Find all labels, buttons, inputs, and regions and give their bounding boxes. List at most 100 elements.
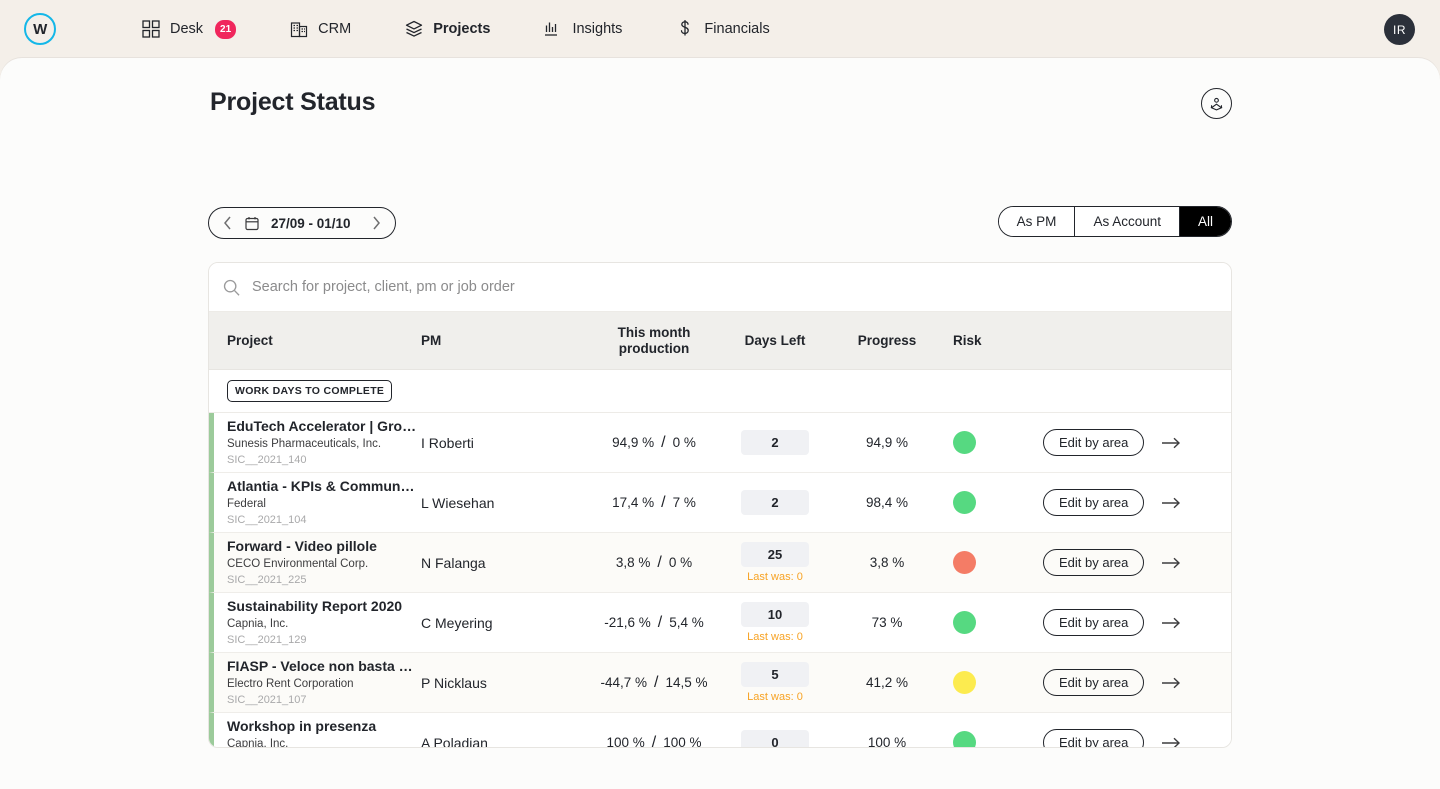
edit-by-area-button[interactable]: Edit by area (1043, 429, 1144, 456)
export-contacts-button[interactable] (1201, 88, 1232, 119)
contact-card-icon (1208, 95, 1225, 112)
calendar-icon (245, 216, 259, 231)
arrow-right-icon[interactable] (1161, 436, 1181, 450)
project-cell: Sustainability Report 2020Capnia, Inc.SI… (214, 598, 421, 648)
nav-item-crm[interactable]: CRM (272, 0, 369, 58)
risk-status-dot (953, 551, 976, 574)
segment-label: As Account (1093, 214, 1161, 229)
production-separator: / (654, 674, 658, 692)
production-actual: 3,8 % (616, 555, 651, 570)
column-header-progress[interactable]: Progress (831, 333, 943, 348)
page-panel: Project Status 27/09 - 01/10 As PMAs Acc… (0, 58, 1440, 789)
nav-item-projects[interactable]: Projects (387, 0, 508, 58)
segment-as-account[interactable]: As Account (1075, 207, 1180, 236)
row-actions: Edit by area (1043, 429, 1219, 456)
production-separator: / (657, 554, 661, 572)
column-header-production[interactable]: This month production (589, 325, 719, 356)
search-input[interactable] (252, 279, 1152, 295)
risk-status-dot (953, 491, 976, 514)
production-actual: -21,6 % (604, 615, 651, 630)
edit-by-area-button[interactable]: Edit by area (1043, 489, 1144, 516)
project-name: FIASP - Veloce non basta … (227, 658, 419, 676)
column-header-days-left[interactable]: Days Left (719, 333, 831, 348)
edit-by-area-button[interactable]: Edit by area (1043, 669, 1144, 696)
row-actions: Edit by area (1043, 489, 1219, 516)
project-client: Capnia, Inc. (227, 737, 421, 748)
nav-item-financials[interactable]: Financials (658, 0, 787, 58)
column-header-pm[interactable]: PM (421, 333, 589, 348)
production-target: 7 % (673, 495, 696, 510)
production-cell: -21,6 %/5,4 % (589, 614, 719, 632)
production-cell: 3,8 %/0 % (589, 554, 719, 572)
table-row[interactable]: Atlantia - KPIs & Commun…FederalSIC__202… (209, 473, 1231, 533)
edit-by-area-button[interactable]: Edit by area (1043, 729, 1144, 748)
segment-label: As PM (1017, 214, 1057, 229)
risk-cell (943, 671, 1043, 694)
risk-status-dot (953, 671, 976, 694)
production-separator: / (658, 614, 662, 632)
edit-by-area-button[interactable]: Edit by area (1043, 549, 1144, 576)
days-left-last-was: Last was: 0 (747, 571, 803, 583)
table-row[interactable]: Workshop in presenzaCapnia, Inc.SIC__202… (209, 713, 1231, 748)
next-period-button[interactable] (363, 208, 391, 238)
days-left-cell: 5Last was: 0 (719, 662, 831, 703)
building-icon (290, 20, 308, 38)
days-left-value: 2 (741, 430, 809, 455)
table-row[interactable]: Forward - Video pilloleCECO Environmenta… (209, 533, 1231, 593)
date-range-label: 27/09 - 01/10 (263, 216, 363, 231)
project-code: SIC__2021_225 (227, 574, 421, 588)
days-left-cell: 0 (719, 730, 831, 748)
arrow-right-icon[interactable] (1161, 496, 1181, 510)
segment-as-pm[interactable]: As PM (999, 207, 1076, 236)
production-cell: 94,9 %/0 % (589, 434, 719, 452)
chevron-right-icon (372, 216, 381, 230)
production-cell: -44,7 %/14,5 % (589, 674, 719, 692)
avatar[interactable]: IR (1384, 14, 1415, 45)
production-target: 14,5 % (665, 675, 707, 690)
production-actual: 94,9 % (612, 435, 654, 450)
project-code: SIC__2021_104 (227, 514, 421, 528)
progress-value: 98,4 % (831, 495, 943, 510)
days-left-cell: 10Last was: 0 (719, 602, 831, 643)
risk-cell (943, 611, 1043, 634)
edit-by-area-button[interactable]: Edit by area (1043, 609, 1144, 636)
project-client: Capnia, Inc. (227, 617, 421, 631)
table-row[interactable]: Sustainability Report 2020Capnia, Inc.SI… (209, 593, 1231, 653)
risk-cell (943, 491, 1043, 514)
production-target: 0 % (673, 435, 696, 450)
project-cell: FIASP - Veloce non basta …Electro Rent C… (214, 658, 421, 708)
project-code: SIC__2021_140 (227, 454, 421, 468)
project-cell: Atlantia - KPIs & Commun…FederalSIC__202… (214, 478, 421, 528)
projects-table-card: Project PM This month production Days Le… (208, 262, 1232, 748)
view-mode-segmented-control: As PM As Account All (998, 206, 1232, 237)
column-header-project[interactable]: Project (209, 333, 421, 348)
progress-value: 73 % (831, 615, 943, 630)
pm-name: L Wiesehan (421, 495, 589, 511)
pm-name: A Poladian (421, 735, 589, 749)
table-body: EduTech Accelerator | Gro…Sunesis Pharma… (209, 413, 1231, 748)
days-left-cell: 2 (719, 430, 831, 455)
arrow-right-icon[interactable] (1161, 676, 1181, 690)
top-navigation-bar: W Desk21 CRM Projects Insights Financials IR (0, 0, 1440, 58)
nav-item-desk[interactable]: Desk21 (124, 0, 254, 58)
production-cell: 17,4 %/7 % (589, 494, 719, 512)
segment-all[interactable]: All (1180, 207, 1231, 236)
main-navigation: Desk21 CRM Projects Insights Financials (124, 0, 788, 58)
table-row[interactable]: EduTech Accelerator | Gro…Sunesis Pharma… (209, 413, 1231, 473)
arrow-right-icon[interactable] (1161, 616, 1181, 630)
date-range-picker[interactable]: 27/09 - 01/10 (208, 207, 396, 239)
column-header-production-line2: production (589, 341, 719, 357)
arrow-right-icon[interactable] (1161, 736, 1181, 749)
column-header-risk[interactable]: Risk (943, 333, 1043, 348)
segment-label: All (1198, 214, 1213, 229)
avatar-initials: IR (1393, 23, 1406, 37)
table-row[interactable]: FIASP - Veloce non basta …Electro Rent C… (209, 653, 1231, 713)
progress-value: 41,2 % (831, 675, 943, 690)
arrow-right-icon[interactable] (1161, 556, 1181, 570)
prev-period-button[interactable] (213, 208, 241, 238)
days-left-value: 2 (741, 490, 809, 515)
app-logo[interactable]: W (24, 13, 56, 45)
project-cell: Forward - Video pilloleCECO Environmenta… (214, 538, 421, 588)
nav-item-insights[interactable]: Insights (526, 0, 640, 58)
risk-status-dot (953, 431, 976, 454)
